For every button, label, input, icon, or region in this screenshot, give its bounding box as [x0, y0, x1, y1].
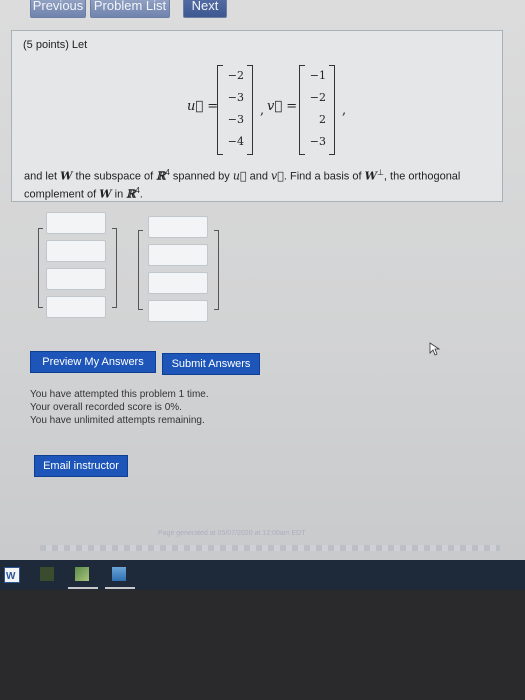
- answer-input[interactable]: [46, 212, 106, 234]
- answer-input[interactable]: [148, 300, 208, 322]
- v-entry: −1: [309, 69, 326, 82]
- answer-input[interactable]: [46, 296, 106, 318]
- comma-separator: ,: [260, 103, 265, 118]
- answer-input[interactable]: [148, 244, 208, 266]
- svg-text:W: W: [6, 571, 16, 582]
- answer-input[interactable]: [148, 216, 208, 238]
- submit-answers-button[interactable]: Submit Answers: [162, 353, 260, 375]
- image-viewer-icon[interactable]: [112, 567, 126, 581]
- score-text: Your overall recorded score is 0%.: [30, 402, 182, 413]
- remaining-text: You have unlimited attempts remaining.: [30, 415, 205, 426]
- browser-page: Previous Problem List Next (5 points) Le…: [0, 0, 525, 560]
- trailing-comma: ,: [342, 103, 347, 118]
- v-entry: −2: [309, 91, 326, 104]
- problem-panel: (5 points) Let u⃗ = −2 −3 −3 −4 , v⃗ = −…: [11, 30, 503, 202]
- next-button[interactable]: Next: [183, 0, 227, 18]
- page-generated-text: Page generated at 05/07/2020 at 12:00am …: [158, 530, 306, 537]
- answer-bracket-left: [138, 230, 143, 310]
- email-instructor-button[interactable]: Email instructor: [34, 455, 128, 477]
- u-label: u⃗ =: [187, 99, 219, 114]
- v-label: v⃗ =: [267, 99, 298, 114]
- u-entry: −2: [227, 69, 244, 82]
- word-icon[interactable]: W: [4, 567, 20, 583]
- attempt-status: You have attempted this problem 1 time. …: [30, 388, 209, 427]
- points-label: (5 points) Let: [23, 39, 88, 51]
- answer-input[interactable]: [148, 272, 208, 294]
- v-vector: −1 −2 2 −3: [299, 65, 335, 155]
- u-entry: −4: [227, 135, 244, 148]
- app-icon[interactable]: [40, 567, 54, 581]
- v-entry: −3: [309, 135, 326, 148]
- u-entry: −3: [227, 91, 244, 104]
- u-vector: −2 −3 −3 −4: [217, 65, 253, 155]
- attempted-text: You have attempted this problem 1 time.: [30, 389, 209, 400]
- answer-bracket-right: [112, 228, 117, 308]
- mouse-cursor-icon: [429, 342, 441, 356]
- footer-strip: [40, 545, 500, 551]
- photos-icon[interactable]: [75, 567, 89, 581]
- answer-input[interactable]: [46, 268, 106, 290]
- answer-bracket-right: [214, 230, 219, 310]
- u-entry: −3: [227, 113, 244, 126]
- preview-answers-button[interactable]: Preview My Answers: [30, 351, 156, 373]
- taskbar: W: [0, 560, 525, 590]
- problem-list-button[interactable]: Problem List: [90, 0, 170, 18]
- answer-input[interactable]: [46, 240, 106, 262]
- previous-button[interactable]: Previous: [30, 0, 86, 18]
- answer-bracket-left: [38, 228, 43, 308]
- v-entry: 2: [319, 113, 326, 126]
- problem-statement: and let W the subspace of ℝ4 spanned by …: [24, 168, 461, 201]
